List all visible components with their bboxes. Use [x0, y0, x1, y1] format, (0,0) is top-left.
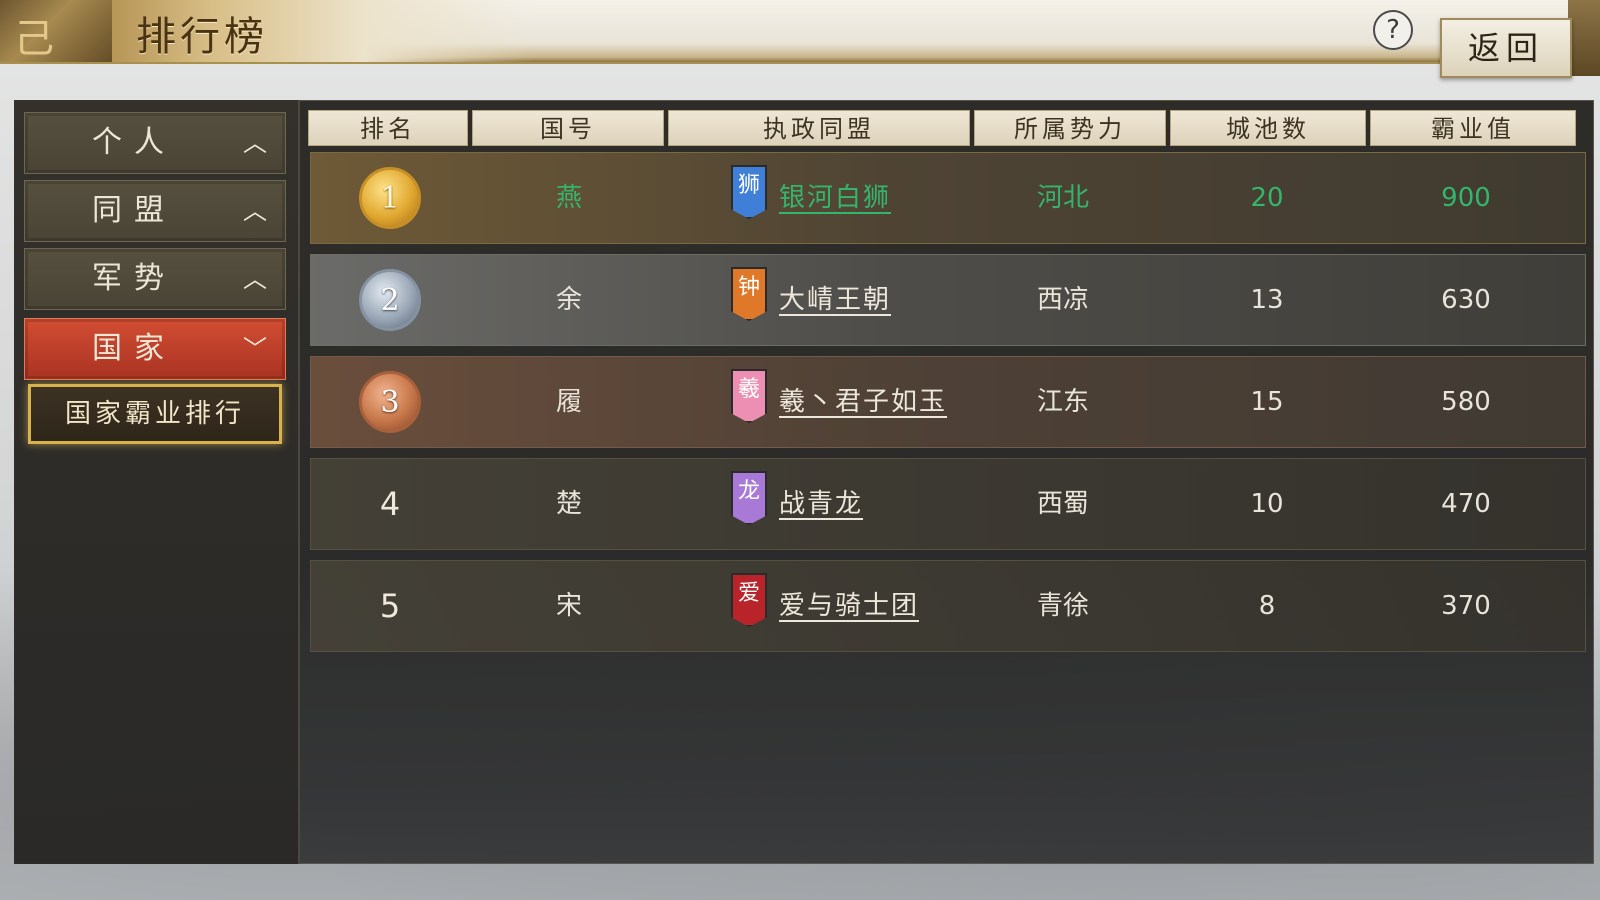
alliance-name-link[interactable]: 爱与骑士团: [779, 561, 919, 651]
table-row[interactable]: 3 履 羲羲丶君子如玉 江东 15 580: [310, 356, 1586, 448]
alliance-banner-icon: 龙: [731, 471, 767, 533]
country-cell: 楚: [555, 489, 582, 519]
alliance-name-link[interactable]: 银河白狮: [779, 153, 891, 243]
help-button[interactable]: ?: [1373, 10, 1413, 50]
alliance-banner-icon: 钟: [731, 267, 767, 329]
column-header-alliance[interactable]: 执政同盟: [668, 110, 970, 146]
alliance-banner-icon: 狮: [731, 165, 767, 227]
cities-cell: 20: [1250, 183, 1284, 213]
banner-character: 爱: [737, 581, 760, 606]
page-title: 排行榜: [136, 14, 268, 60]
tab-military[interactable]: 军势 ︿: [24, 248, 286, 310]
gold-medal-icon: 1: [359, 167, 421, 229]
back-corner-ornament: [1568, 0, 1600, 76]
alliance-name-link[interactable]: 战青龙: [779, 459, 863, 549]
score-cell: 900: [1441, 183, 1491, 213]
score-cell: 370: [1441, 591, 1491, 621]
faction-cell: 河北: [1036, 183, 1089, 213]
silver-medal-icon: 2: [359, 269, 421, 331]
faction-cell: 青徐: [1036, 591, 1089, 621]
sub-item-country-ranking[interactable]: 国家霸业排行: [28, 384, 282, 444]
country-cell: 燕: [555, 183, 582, 213]
rank-cell: 5: [379, 587, 401, 625]
sub-item-label: 国家霸业排行: [64, 399, 245, 429]
table-header: 排名 国号 执政同盟 所属势力 城池数 霸业值: [308, 110, 1586, 146]
table-row[interactable]: 5 宋 爱爱与骑士团 青徐 8 370: [310, 560, 1586, 652]
faction-cell: 西蜀: [1036, 489, 1089, 519]
alliance-name-link[interactable]: 羲丶君子如玉: [779, 357, 947, 447]
bronze-medal-icon: 3: [359, 371, 421, 433]
banner-character: 狮: [737, 173, 760, 198]
cities-cell: 8: [1258, 591, 1276, 621]
banner-character: 羲: [737, 377, 760, 402]
cities-cell: 13: [1250, 285, 1284, 315]
column-header-country[interactable]: 国号: [472, 110, 664, 146]
faction-cell: 西凉: [1036, 285, 1089, 315]
tab-country[interactable]: 国家 ﹀: [24, 318, 286, 380]
table-row[interactable]: 1 燕 狮银河白狮 河北 20 900: [310, 152, 1586, 244]
score-cell: 580: [1441, 387, 1491, 417]
table-row[interactable]: 2 余 钟大崝王朝 西凉 13 630: [310, 254, 1586, 346]
tab-personal[interactable]: 个人 ︿: [24, 112, 286, 174]
table-row[interactable]: 4 楚 龙战青龙 西蜀 10 470: [310, 458, 1586, 550]
banner-character: 龙: [737, 479, 760, 504]
title-ornament-icon: 己: [0, 0, 120, 62]
cities-cell: 10: [1250, 489, 1284, 519]
column-header-rank[interactable]: 排名: [308, 110, 468, 146]
top-bar: 己 排行榜 ?: [0, 0, 1600, 64]
country-cell: 宋: [555, 591, 582, 621]
score-cell: 470: [1441, 489, 1491, 519]
chevron-down-icon: ﹀: [243, 335, 267, 363]
chevron-up-icon: ︿: [243, 265, 267, 293]
faction-cell: 江东: [1036, 387, 1089, 417]
country-cell: 履: [555, 387, 582, 417]
tab-alliance[interactable]: 同盟 ︿: [24, 180, 286, 242]
column-header-faction[interactable]: 所属势力: [974, 110, 1166, 146]
score-cell: 630: [1441, 285, 1491, 315]
country-cell: 余: [555, 285, 582, 315]
banner-character: 钟: [737, 275, 760, 300]
rank-cell: 4: [379, 485, 401, 523]
alliance-name-link[interactable]: 大崝王朝: [779, 255, 891, 345]
alliance-banner-icon: 羲: [731, 369, 767, 431]
cities-cell: 15: [1250, 387, 1284, 417]
column-header-cities[interactable]: 城池数: [1170, 110, 1366, 146]
chevron-up-icon: ︿: [243, 129, 267, 157]
alliance-banner-icon: 爱: [731, 573, 767, 635]
chevron-up-icon: ︿: [243, 197, 267, 225]
back-button[interactable]: 返回: [1440, 18, 1572, 78]
column-header-score[interactable]: 霸业值: [1370, 110, 1576, 146]
